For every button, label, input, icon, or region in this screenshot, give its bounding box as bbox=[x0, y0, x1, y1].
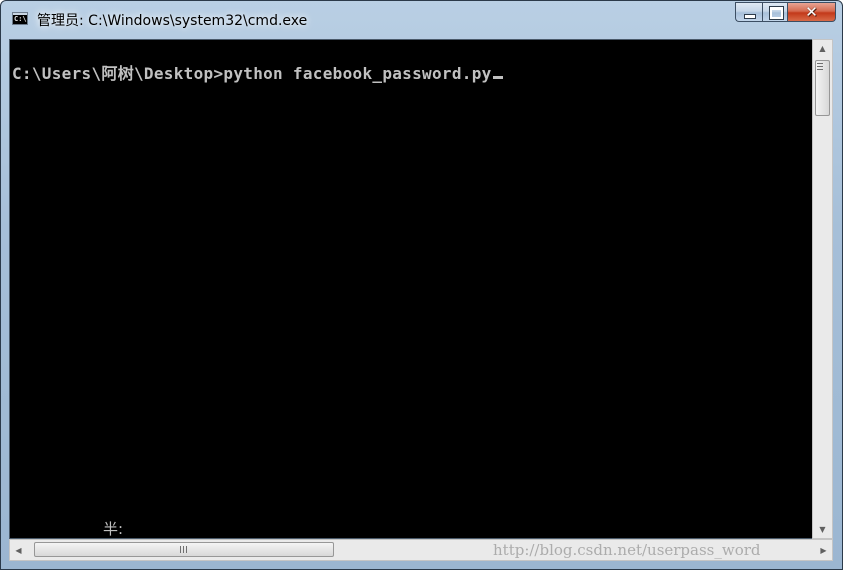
horizontal-scroll-thumb[interactable] bbox=[34, 542, 334, 557]
maximize-button[interactable] bbox=[762, 2, 788, 22]
scroll-left-arrow-icon[interactable]: ◀ bbox=[10, 540, 27, 560]
minimize-button[interactable] bbox=[735, 2, 762, 22]
maximize-icon bbox=[769, 6, 784, 20]
ime-status: 半: bbox=[103, 520, 124, 538]
watermark: http://blog.csdn.net/userpass_word bbox=[493, 541, 761, 559]
scroll-down-arrow-icon[interactable]: ▼ bbox=[813, 521, 832, 538]
caption-buttons: ✕ bbox=[735, 2, 836, 23]
console-output[interactable]: C:\Users\阿树\Desktop>python facebook_pass… bbox=[9, 39, 812, 539]
command-text: python facebook_password.py bbox=[223, 64, 492, 83]
vertical-scrollbar[interactable]: ▲ ▼ bbox=[812, 39, 833, 539]
text-cursor bbox=[492, 76, 503, 79]
cmd-icon[interactable] bbox=[12, 12, 28, 25]
window-title: 管理员: C:\Windows\system32\cmd.exe bbox=[37, 13, 308, 29]
grip-icon bbox=[817, 63, 823, 71]
close-button[interactable]: ✕ bbox=[788, 2, 836, 22]
scroll-up-arrow-icon[interactable]: ▲ bbox=[813, 40, 832, 57]
minimize-icon bbox=[744, 14, 756, 19]
cmd-window: 管理员: C:\Windows\system32\cmd.exe ✕ C:\Us… bbox=[0, 0, 843, 570]
title-bar[interactable]: 管理员: C:\Windows\system32\cmd.exe ✕ bbox=[1, 1, 842, 35]
close-icon: ✕ bbox=[805, 2, 818, 21]
grip-icon bbox=[180, 546, 189, 553]
prompt-path: C:\Users\阿树\Desktop> bbox=[12, 64, 224, 83]
command-line: C:\Users\阿树\Desktop>python facebook_pass… bbox=[12, 60, 503, 84]
